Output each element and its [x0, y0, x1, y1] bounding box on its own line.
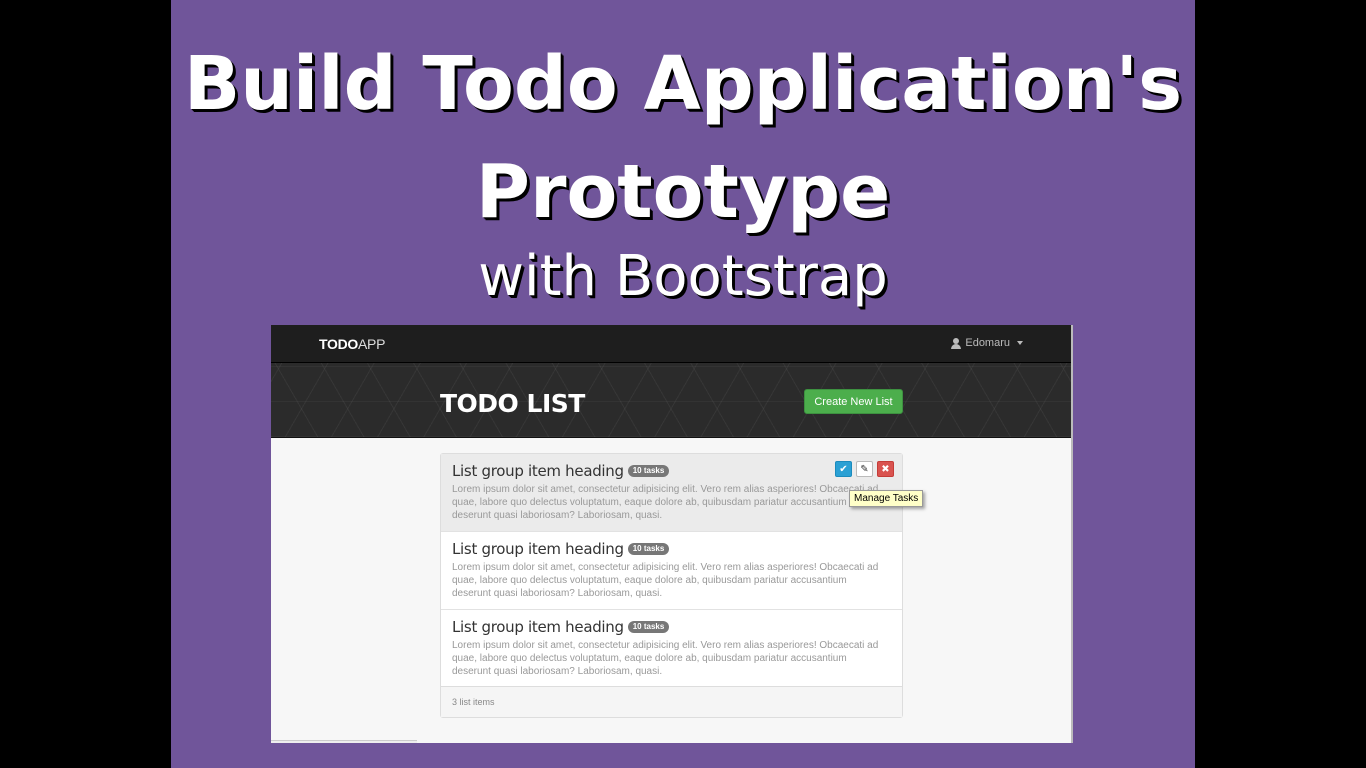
- item-actions: ✔ ✎ ✖: [835, 461, 894, 477]
- list-item-text: Lorem ipsum dolor sit amet, consectetur …: [452, 562, 879, 599]
- brand-logo[interactable]: TODOAPP: [319, 336, 385, 352]
- app-screenshot: TODOAPP Edomaru TODO LIST Create New Lis…: [271, 325, 1073, 743]
- user-name: Edomaru: [965, 337, 1010, 349]
- user-menu[interactable]: Edomaru: [951, 337, 1023, 349]
- page-header: TODO LIST Create New List: [271, 363, 1071, 438]
- navbar: TODOAPP Edomaru: [271, 325, 1071, 363]
- list-item[interactable]: List group item heading 10 tasks Lorem i…: [441, 454, 902, 532]
- list-item-heading: List group item heading: [452, 462, 624, 480]
- task-count-badge: 10 tasks: [627, 543, 670, 555]
- list-item-heading: List group item heading: [452, 618, 624, 636]
- user-icon: [951, 337, 962, 349]
- manage-tasks-tooltip: Manage Tasks: [849, 490, 924, 507]
- chevron-down-icon: [1017, 341, 1023, 345]
- check-icon[interactable]: ✔: [835, 461, 852, 477]
- panel-footer: 3 list items: [441, 686, 902, 717]
- main-content: List group item heading 10 tasks Lorem i…: [271, 439, 1071, 743]
- list-item-heading: List group item heading: [452, 540, 624, 558]
- task-count-badge: 10 tasks: [627, 465, 670, 477]
- list-item-text: Lorem ipsum dolor sit amet, consectetur …: [452, 640, 879, 677]
- brand-light: APP: [358, 336, 386, 352]
- task-count-badge: 10 tasks: [627, 621, 670, 633]
- brand-bold: TODO: [319, 336, 358, 352]
- list-item-count: 3 list items: [452, 697, 495, 707]
- list-item[interactable]: List group item heading 10 tasks Lorem i…: [441, 610, 902, 688]
- edit-icon[interactable]: ✎: [856, 461, 873, 477]
- list-item-text: Lorem ipsum dolor sit amet, consectetur …: [452, 484, 879, 521]
- bottom-strip: [271, 740, 417, 743]
- create-new-list-button[interactable]: Create New List: [804, 389, 903, 414]
- list-panel: List group item heading 10 tasks Lorem i…: [440, 453, 924, 718]
- page-title: TODO LIST: [440, 389, 585, 418]
- slide-title-line-2: Prototype: [475, 149, 891, 235]
- slide-title-line-1: Build Todo Application's: [183, 41, 1183, 127]
- list-item[interactable]: List group item heading 10 tasks Lorem i…: [441, 532, 902, 610]
- delete-icon[interactable]: ✖: [877, 461, 894, 477]
- slide-subtitle: with Bootstrap: [478, 244, 888, 309]
